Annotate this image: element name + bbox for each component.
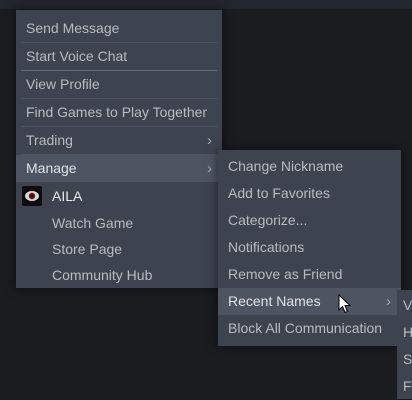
start-voice-chat-item[interactable]: Start Voice Chat	[16, 43, 222, 70]
trading-item[interactable]: Trading ›	[16, 127, 222, 154]
mouse-pointer-icon	[338, 294, 352, 314]
store-page-item[interactable]: Store Page	[16, 236, 222, 262]
block-all-item[interactable]: Block All Communication	[218, 315, 401, 342]
change-nickname-item[interactable]: Change Nickname	[218, 153, 401, 180]
recent-name-item[interactable]: H	[397, 319, 412, 346]
chevron-right-icon: ›	[207, 132, 212, 149]
game-icon	[22, 186, 42, 206]
notifications-item[interactable]: Notifications	[218, 234, 401, 261]
recent-name-item[interactable]: S	[397, 346, 412, 373]
manage-submenu: Change Nickname Add to Favorites Categor…	[218, 150, 401, 346]
remove-friend-item[interactable]: Remove as Friend	[218, 261, 401, 288]
chevron-right-icon: ›	[386, 293, 391, 310]
recent-name-item[interactable]: F	[397, 373, 412, 400]
find-games-item[interactable]: Find Games to Play Together	[16, 99, 222, 126]
manage-label: Manage	[26, 160, 77, 176]
recent-name-item[interactable]: V	[397, 292, 412, 319]
view-profile-item[interactable]: View Profile	[16, 71, 222, 98]
game-title: AILA	[52, 188, 83, 204]
recent-names-submenu: V H S F	[397, 290, 412, 399]
friend-context-menu: Send Message Start Voice Chat View Profi…	[16, 10, 222, 288]
recent-names-item[interactable]: Recent Names ›	[218, 288, 401, 315]
add-to-favorites-item[interactable]: Add to Favorites	[218, 180, 401, 207]
community-hub-item[interactable]: Community Hub	[16, 262, 222, 288]
trading-label: Trading	[26, 132, 73, 148]
watch-game-item[interactable]: Watch Game	[16, 210, 222, 236]
chevron-right-icon: ›	[207, 160, 212, 177]
categorize-item[interactable]: Categorize...	[218, 207, 401, 234]
game-header: AILA	[16, 182, 222, 210]
send-message-item[interactable]: Send Message	[16, 15, 222, 42]
recent-names-label: Recent Names	[228, 293, 321, 309]
manage-item[interactable]: Manage ›	[16, 155, 222, 182]
top-bar	[0, 0, 412, 9]
